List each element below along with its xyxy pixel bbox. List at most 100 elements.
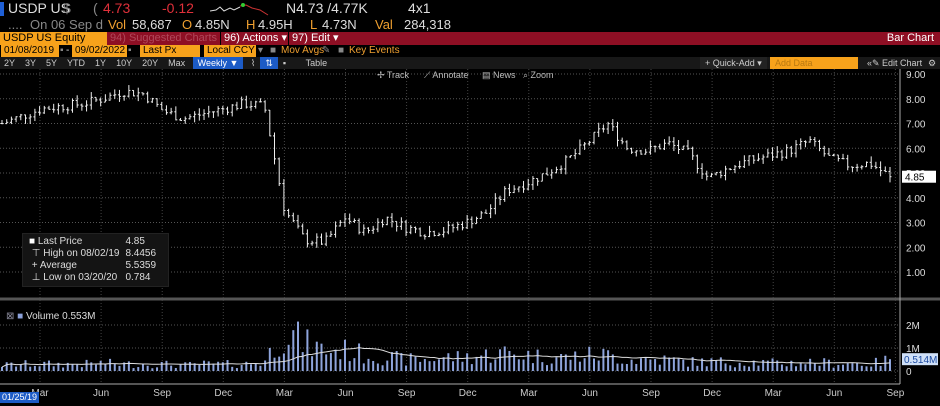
volume-bar bbox=[315, 341, 318, 371]
volume-bar bbox=[593, 358, 595, 371]
volume-bar bbox=[259, 365, 262, 371]
net-change: -0.12 bbox=[162, 0, 194, 16]
volume-bar bbox=[846, 363, 849, 371]
track-button[interactable]: ✢ Track bbox=[377, 70, 409, 81]
pencil-icon[interactable]: ✎ bbox=[322, 45, 330, 57]
line-chart-icon[interactable]: ⌇ bbox=[246, 57, 260, 69]
volume-bar bbox=[456, 351, 459, 371]
volume-bar bbox=[43, 361, 46, 371]
volume-bar bbox=[329, 353, 332, 371]
period-2y[interactable]: 2Y bbox=[0, 57, 20, 69]
volume-bar bbox=[616, 363, 619, 371]
volume-bar bbox=[489, 362, 492, 371]
volume-bar bbox=[818, 365, 821, 371]
table-button[interactable]: Table bbox=[294, 57, 333, 69]
volume-bar bbox=[433, 361, 436, 371]
last-price-tag-label: 4.85 bbox=[905, 173, 925, 184]
volume-bar bbox=[813, 362, 816, 371]
volume-bar bbox=[405, 365, 408, 371]
news-button[interactable]: ▤ News bbox=[482, 70, 516, 81]
checkbox[interactable]: ■ bbox=[270, 45, 276, 57]
volume-bar bbox=[484, 349, 487, 371]
volume-bar bbox=[823, 358, 826, 371]
volume-bar bbox=[301, 352, 304, 371]
checkbox[interactable]: ■ bbox=[338, 45, 344, 57]
volume-bar bbox=[311, 356, 314, 371]
volume-bar bbox=[334, 349, 337, 371]
mov-avgs-toggle[interactable]: Mov Avgs bbox=[281, 45, 324, 57]
volume-bar bbox=[62, 367, 65, 371]
key-events-toggle[interactable]: Key Events bbox=[349, 45, 400, 57]
volume-bar bbox=[799, 363, 802, 371]
open: 4.85N bbox=[195, 17, 230, 32]
currency-select[interactable]: Local CCY bbox=[204, 45, 256, 57]
suggested-charts-button[interactable]: 94) Suggested Charts bbox=[110, 32, 217, 45]
volume-bar bbox=[607, 350, 610, 371]
volume-bar bbox=[827, 359, 830, 371]
volume-bar bbox=[499, 349, 502, 371]
volume-bar bbox=[865, 366, 868, 371]
volume-bar bbox=[437, 359, 440, 371]
volume-bar bbox=[5, 362, 8, 371]
volume-bar bbox=[682, 359, 685, 371]
x-month-label: Jun bbox=[582, 388, 598, 399]
zoom-button[interactable]: ⌕ Zoom bbox=[523, 70, 554, 81]
volume-bar bbox=[174, 368, 177, 371]
volume-bar bbox=[179, 364, 182, 371]
volume-bar bbox=[625, 364, 628, 371]
volume-bar bbox=[250, 364, 253, 371]
volume-bar bbox=[278, 356, 281, 371]
period-1y[interactable]: 1Y bbox=[90, 57, 111, 69]
volume-bar bbox=[127, 361, 130, 371]
frequency-select[interactable]: Weekly ▼ bbox=[192, 57, 244, 69]
edit-menu[interactable]: 97) Edit ▾ bbox=[288, 32, 339, 45]
value-traded: 284,318 bbox=[404, 17, 451, 32]
period-5y[interactable]: 5Y bbox=[41, 57, 62, 69]
gear-icon[interactable]: ⚙ bbox=[928, 57, 936, 69]
volume-bar bbox=[860, 365, 863, 371]
volume-bar bbox=[522, 359, 525, 371]
volume-bar bbox=[71, 364, 74, 371]
more-icon[interactable]: ▪ bbox=[278, 57, 291, 69]
quick-add-button[interactable]: + Quick-Add ▾ bbox=[700, 57, 767, 69]
volume-bar bbox=[870, 366, 873, 371]
volume-bar bbox=[644, 358, 647, 371]
volume-bar bbox=[889, 359, 891, 371]
currency: $ bbox=[63, 0, 71, 16]
volume-bar bbox=[29, 366, 32, 371]
volume-bar bbox=[635, 363, 638, 371]
security-field[interactable]: USDP US Equity bbox=[0, 32, 107, 45]
annotate-button[interactable]: ⟋ Annotate bbox=[424, 70, 468, 81]
period-ytd[interactable]: YTD bbox=[62, 57, 90, 69]
volume-bar bbox=[217, 361, 220, 371]
volume-bar bbox=[743, 365, 746, 371]
price-tick-label: 4.00 bbox=[906, 194, 926, 205]
actions-menu[interactable]: 96) Actions ▾ bbox=[220, 32, 287, 45]
add-data-input[interactable]: Add Data bbox=[770, 57, 858, 69]
volume-bar bbox=[719, 357, 722, 371]
volume-bar bbox=[475, 356, 478, 371]
period-10y[interactable]: 10Y bbox=[111, 57, 137, 69]
start-date-input[interactable]: 01/08/2019 bbox=[1, 45, 59, 57]
calendar-icon[interactable]: ▪ bbox=[128, 45, 132, 57]
period-max[interactable]: Max bbox=[163, 57, 190, 69]
x-month-label: Sep bbox=[398, 388, 416, 399]
range-bar: 01/08/2019 ▪ - 09/02/2022 ▪ Last Px Loca… bbox=[0, 45, 940, 57]
calendar-icon[interactable]: ▪ bbox=[60, 45, 64, 57]
period-20y[interactable]: 20Y bbox=[137, 57, 163, 69]
volume-tick-label: 0 bbox=[906, 367, 912, 378]
volume-bar bbox=[52, 366, 55, 371]
volume-bar bbox=[376, 363, 379, 371]
volume-bar bbox=[184, 362, 187, 371]
volume-bar bbox=[38, 366, 41, 371]
end-date-input[interactable]: 09/02/2022 bbox=[72, 45, 127, 57]
volume-bar bbox=[320, 343, 323, 371]
dropdown-arrow-icon[interactable]: ▾ bbox=[258, 45, 263, 57]
bar-chart-icon[interactable]: ⇅ bbox=[260, 57, 278, 69]
edit-chart-button[interactable]: ✎ Edit Chart bbox=[872, 57, 922, 69]
volume-bar bbox=[517, 359, 520, 371]
period-3y[interactable]: 3Y bbox=[20, 57, 41, 69]
field-select[interactable]: Last Px bbox=[140, 45, 200, 57]
volume-bar bbox=[550, 363, 553, 371]
price-tick-label: 1.00 bbox=[906, 268, 926, 279]
